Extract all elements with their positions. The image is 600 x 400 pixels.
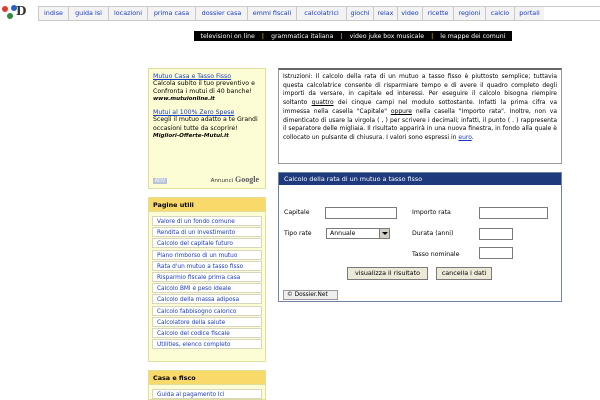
pagine-utili-link[interactable]: Calcolatore della salute	[152, 316, 262, 327]
main-nav-bar: indise guida lsi locazioni prima casa dossie…	[38, 6, 600, 21]
adv-button[interactable]: ADV	[153, 178, 167, 184]
instructions-box: Istruzioni: Il calcolo della rata di un …	[278, 68, 562, 164]
capitale-input[interactable]	[325, 207, 397, 219]
tasso-label: Tasso nominale	[412, 251, 460, 258]
site-logo[interactable]: D	[2, 4, 34, 21]
pagine-utili-link[interactable]: Calcolo fabbisogno calorico	[152, 305, 262, 316]
ad-title-mutui-100[interactable]: Mutui al 100% Zero Spese	[153, 109, 261, 116]
pagine-utili-link[interactable]: Calcolo della massa adiposa	[152, 294, 262, 305]
ad-url[interactable]: Migliori-Offerte-Mutui.it	[153, 133, 261, 139]
nav-item[interactable]: dossier casa	[195, 7, 247, 20]
ad-title-mutuo-casa[interactable]: Mutuo Casa e Tasso Fisso	[153, 73, 261, 80]
link-mappe-comuni[interactable]: le mappe dei comuni	[440, 33, 505, 40]
pagine-utili-link[interactable]: Utilities, elenco completo	[152, 339, 262, 350]
chevron-down-icon[interactable]	[379, 229, 389, 238]
nav-item[interactable]: video	[397, 7, 422, 20]
link-guida-ici[interactable]: Guida al pagamento Ici	[152, 389, 262, 399]
nav-item[interactable]: regioni	[453, 7, 485, 20]
pagine-utili-link[interactable]: Rendita di un investimento	[152, 227, 262, 238]
pagine-utili-link[interactable]: Rata d'un mutuo a tasso fisso	[152, 260, 262, 271]
pagine-utili-title: Pagine utili	[149, 198, 265, 212]
separator: |	[340, 32, 343, 40]
nav-item[interactable]: calcio	[485, 7, 514, 20]
copyright-badge[interactable]: © Dossier.Net	[283, 290, 338, 300]
ad-text: Calcola subito il tuo preventivo e Confr…	[153, 80, 255, 96]
instructions-emphasis: quattro	[311, 99, 334, 107]
capitale-label: Capitale	[284, 209, 310, 216]
ads-footer: ADV Annunci Google	[153, 174, 259, 184]
nav-item[interactable]: calcolatrici	[296, 7, 346, 20]
nav-item[interactable]: relax	[373, 7, 397, 20]
casa-fisco-panel: Casa e fisco Guida al pagamento Ici	[148, 370, 266, 400]
importo-rata-input[interactable]	[479, 207, 548, 219]
ad-text: Scegli il mutuo adatto a te Grandi occas…	[153, 116, 258, 132]
logo-text: D	[16, 4, 26, 18]
google-wordmark: Google	[235, 175, 259, 184]
pagine-utili-link[interactable]: Calcolo del codice fiscale	[152, 327, 262, 338]
pagine-utili-link[interactable]: Valore di un fondo comune	[152, 216, 262, 226]
logo-dot-icon	[7, 13, 13, 19]
nav-item[interactable]: ricette	[422, 7, 453, 20]
pagine-utili-link[interactable]: Risparmio fiscale prima casa	[152, 271, 262, 282]
nav-item[interactable]: locazioni	[108, 7, 147, 20]
calculator-title: Calcolo della rata di un mutuo a tasso f…	[279, 173, 561, 185]
tasso-input[interactable]	[479, 247, 513, 259]
tipo-rate-label: Tipo rate	[284, 230, 312, 237]
google-ads-box: Mutuo Casa e Tasso Fisso Calcola subito …	[148, 68, 266, 189]
nav-item[interactable]: emmi fiscali	[247, 7, 296, 20]
nav-item[interactable]: guida lsi	[68, 7, 108, 20]
logo-dot-icon	[2, 6, 8, 12]
durata-input[interactable]	[479, 228, 513, 240]
casa-fisco-title: Casa e fisco	[149, 371, 265, 385]
mortgage-calculator: Calcolo della rata di un mutuo a tasso f…	[278, 172, 562, 302]
importo-rata-label: Importo rata	[412, 209, 451, 216]
pagine-utili-list: Valore di un fondo comune Rendita di un i…	[149, 212, 265, 353]
link-video-juke-box[interactable]: video juke box musicale	[350, 33, 424, 40]
euro-link[interactable]: euro	[458, 134, 471, 141]
pagine-utili-panel: Pagine utili Valore di un fondo comune Re…	[148, 197, 266, 362]
link-grammatica[interactable]: grammatica italiana	[271, 33, 333, 40]
instructions-text: .	[471, 133, 474, 141]
visualizza-button[interactable]: visualizza il risultato	[347, 267, 428, 280]
nav-item[interactable]: indise	[38, 7, 68, 20]
separator: |	[431, 32, 434, 40]
nav-item[interactable]: prima casa	[147, 7, 195, 20]
tipo-rate-value: Annuale	[330, 230, 356, 237]
tipo-rate-select[interactable]: Annuale	[326, 228, 390, 239]
link-televisioni[interactable]: televisioni on line	[201, 33, 255, 40]
cancella-button[interactable]: cancella i dati	[436, 267, 492, 280]
secondary-links-bar: televisioni on line | grammatica italian…	[194, 31, 512, 41]
pagine-utili-link[interactable]: Calcolo del capitale futuro	[152, 238, 262, 249]
nav-item[interactable]: portali	[514, 7, 544, 20]
instructions-emphasis: oppure	[390, 107, 412, 115]
separator: |	[261, 32, 265, 40]
durata-label: Durata (anni)	[412, 230, 454, 237]
annunci-label: Annunci	[210, 178, 234, 184]
nav-item[interactable]: giochi	[346, 7, 373, 20]
pagine-utili-link[interactable]: Piano rimborso di un mutuo	[152, 249, 262, 260]
top-navigation: D indise guida lsi locazioni prima casa doss…	[0, 4, 600, 21]
annunci-google-link[interactable]: Annunci Google	[211, 175, 259, 184]
pagine-utili-link[interactable]: Calcolo BMI e peso ideale	[152, 283, 262, 294]
